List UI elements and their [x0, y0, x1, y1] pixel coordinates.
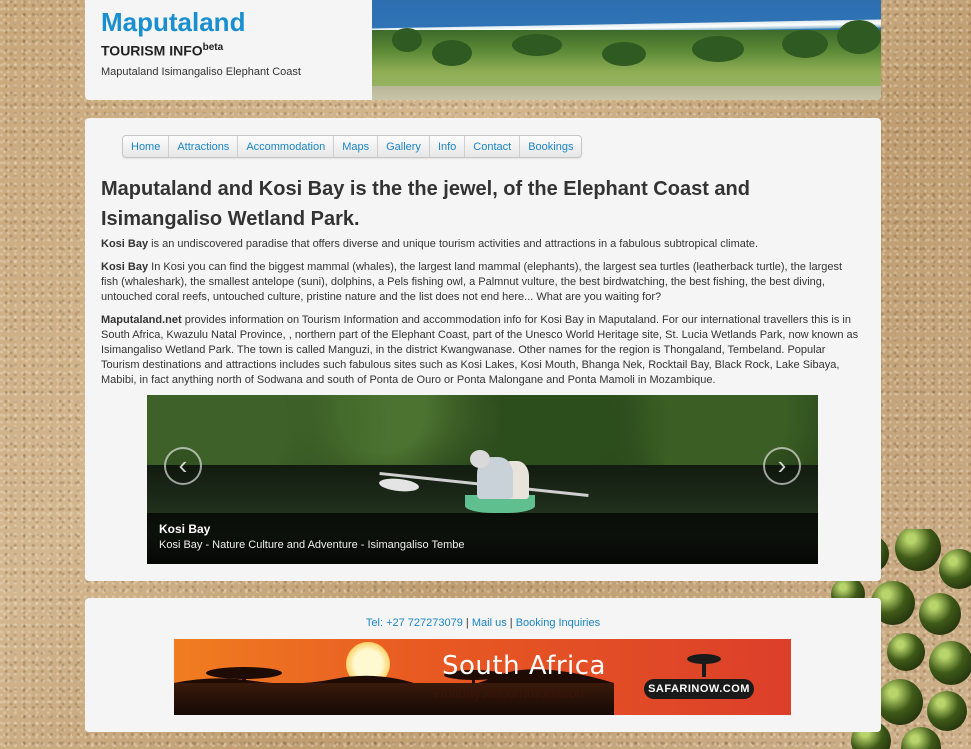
- header-banner-image: [372, 0, 881, 100]
- caption-text: Kosi Bay - Nature Culture and Adventure …: [159, 539, 465, 551]
- paragraph-wildlife: Kosi Bay In Kosi you can find the bigges…: [101, 260, 861, 305]
- footer-panel: Tel: +27 727273079 | Mail us | Booking I…: [85, 598, 881, 732]
- caption-title: Kosi Bay: [159, 522, 211, 536]
- nav-item-bookings[interactable]: Bookings: [520, 136, 581, 157]
- safarinow-logo: SAFARINOW.COM: [644, 679, 754, 699]
- page-heading: Maputaland and Kosi Bay is the the jewel…: [101, 178, 750, 230]
- carousel-caption: Kosi Bay Kosi Bay - Nature Culture and A…: [147, 513, 818, 564]
- paragraph-wildlife-bold: Kosi Bay: [101, 261, 149, 273]
- nav-item-gallery[interactable]: Gallery: [378, 136, 430, 157]
- nav-item-info[interactable]: Info: [430, 136, 466, 157]
- mail-link[interactable]: Mail us: [472, 617, 507, 629]
- nav-item-attractions[interactable]: Attractions: [169, 136, 239, 157]
- site-subtitle: TOURISM INFObeta: [101, 40, 301, 59]
- site-title[interactable]: Maputaland: [101, 7, 301, 37]
- nav-item-home[interactable]: Home: [123, 136, 170, 157]
- image-carousel: ‹ › Kosi Bay Kosi Bay - Nature Culture a…: [147, 395, 818, 564]
- booking-link[interactable]: Booking Inquiries: [516, 617, 600, 629]
- site-header: Maputaland TOURISM INFObeta Maputaland I…: [85, 0, 881, 100]
- ad-headline: South Africa: [442, 651, 606, 681]
- brand-block: Maputaland TOURISM INFObeta Maputaland I…: [101, 7, 301, 78]
- main-content-panel: Home Attractions Accommodation Maps Gall…: [85, 118, 881, 581]
- site-tagline: Maputaland Isimangaliso Elephant Coast: [101, 65, 301, 78]
- paragraph-about-bold: Maputaland.net: [101, 314, 182, 326]
- carousel-next-button[interactable]: ›: [763, 447, 801, 485]
- tel-link[interactable]: Tel: +27 727273079: [366, 617, 463, 629]
- paragraph-about: Maputaland.net provides information on T…: [101, 313, 861, 388]
- carousel-prev-button[interactable]: ‹: [164, 447, 202, 485]
- nav-item-accommodation[interactable]: Accommodation: [238, 136, 335, 157]
- acacia-logo-icon: [687, 654, 721, 677]
- nav-item-maps[interactable]: Maps: [334, 136, 379, 157]
- nav-item-contact[interactable]: Contact: [465, 136, 521, 157]
- main-nav: Home Attractions Accommodation Maps Gall…: [122, 135, 583, 158]
- article: Maputaland and Kosi Bay is the the jewel…: [101, 174, 861, 396]
- paragraph-about-text: provides information on Tourism Informat…: [101, 314, 859, 386]
- ad-subheadline: Holiday Accommodation: [434, 685, 585, 701]
- beta-badge: beta: [202, 42, 224, 53]
- paragraph-intro: Kosi Bay is an undiscovered paradise tha…: [101, 237, 861, 252]
- contact-line: Tel: +27 727273079 | Mail us | Booking I…: [85, 617, 881, 629]
- separator: |: [506, 617, 516, 629]
- paragraph-intro-text: is an undiscovered paradise that offers …: [148, 238, 759, 250]
- paragraph-intro-bold: Kosi Bay: [101, 238, 149, 250]
- subtitle-text: TOURISM INFO: [101, 42, 203, 59]
- paragraph-wildlife-text: In Kosi you can find the biggest mammal …: [101, 261, 843, 303]
- separator: |: [462, 617, 472, 629]
- safarinow-ad-banner[interactable]: South Africa Holiday Accommodation SAFAR…: [174, 639, 791, 715]
